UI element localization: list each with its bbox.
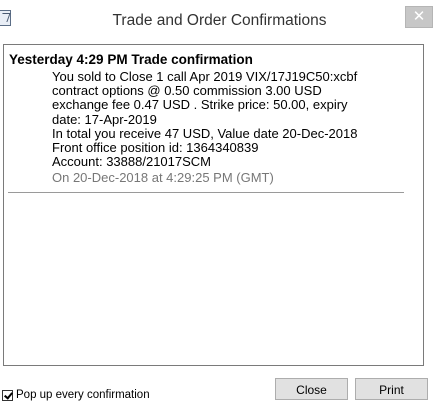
confirmation-line: You sold to Close 1 call Apr 2019 VIX/17…	[52, 69, 358, 84]
window-title: Trade and Order Confirmations	[112, 12, 327, 29]
confirmation-line: Account: 33888/21017SCM	[52, 154, 211, 170]
confirmation-panel: Yesterday 4:29 PM Trade confirmation You…	[3, 44, 424, 366]
confirmation-line: Front office position id: 1364340839	[52, 140, 259, 156]
confirmation-timestamp: On 20-Dec-2018 at 4:29:25 PM (GMT)	[52, 170, 274, 186]
confirmation-body: You sold to Close 1 call Apr 2019 VIX/17…	[52, 69, 420, 186]
print-button[interactable]: Print	[355, 378, 428, 400]
title-bar: Trade and Order Confirmations ✕	[0, 0, 439, 38]
popup-checkbox[interactable]	[2, 389, 13, 401]
confirmations-window: Trade and Order Confirmations ✕ Yesterda…	[0, 0, 439, 403]
confirmation-line: contract options @ 0.50 commission 3.00 …	[52, 83, 322, 99]
popup-checkbox-label: Pop up every confirmation	[16, 389, 150, 401]
popup-every-confirmation-toggle[interactable]: Pop up every confirmation	[2, 388, 150, 402]
confirmation-line: date: 17-Apr-2019	[52, 111, 157, 127]
confirmation-heading: Yesterday 4:29 PM Trade confirmation	[9, 52, 253, 67]
close-button[interactable]: Close	[275, 378, 348, 400]
confirmation-line: In total you receive 47 USD, Value date …	[52, 125, 358, 141]
close-window-icon[interactable]: ✕	[405, 6, 433, 28]
confirmation-divider	[8, 192, 404, 193]
confirmation-line: exchange fee 0.47 USD . Strike price: 50…	[52, 97, 348, 113]
